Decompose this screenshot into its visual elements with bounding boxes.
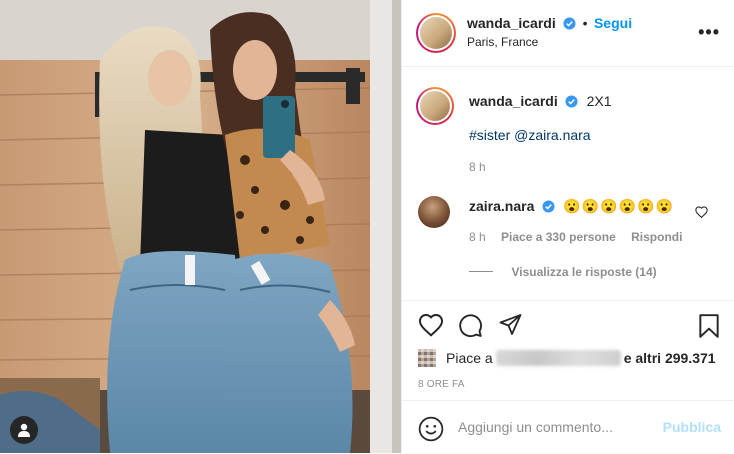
blurred-liker-username[interactable] (495, 350, 621, 366)
verified-badge-icon (542, 200, 555, 213)
replies-line (469, 271, 493, 273)
save-bookmark-icon[interactable] (698, 313, 720, 339)
likes-prefix: Piace a (446, 350, 493, 366)
post-actions: Piace a e altri 299.371 8 ORE FA (402, 300, 734, 401)
tagged-users-icon[interactable] (10, 416, 38, 444)
add-comment-bar: Aggiungi un commento... Pubblica (402, 400, 734, 454)
mirror-selfie-image (0, 0, 401, 453)
like-comment-heart-icon[interactable] (695, 206, 708, 218)
instagram-post: wanda_icardi • Segui Paris, France ••• w… (0, 0, 734, 453)
caption-text: 2X1 (586, 93, 612, 109)
caption-author-username[interactable]: wanda_icardi (469, 93, 558, 109)
comment-author-username[interactable]: zaira.nara (469, 198, 534, 214)
emoji-smiley-icon[interactable] (418, 416, 444, 442)
post-photo[interactable] (0, 0, 401, 453)
caption-tags[interactable]: #sister @zaira.nara (469, 127, 591, 143)
share-paper-plane-icon[interactable] (498, 313, 523, 337)
caption: wanda_icardi 2X1 (469, 93, 612, 111)
like-heart-icon[interactable] (418, 313, 444, 337)
follow-button[interactable]: Segui (594, 15, 632, 31)
post-location[interactable]: Paris, France (467, 35, 538, 49)
comment-bubble-icon[interactable] (458, 313, 483, 338)
caption-author-avatar[interactable] (416, 87, 454, 125)
likes-summary: Piace a e altri 299.371 (418, 349, 716, 367)
comment-input[interactable]: Aggiungi un commento... (458, 419, 613, 435)
author-avatar[interactable] (416, 13, 456, 53)
comment-time[interactable]: 8 h (469, 230, 486, 244)
likes-count[interactable]: e altri 299.371 (624, 350, 716, 366)
view-replies-label[interactable]: Visualizza le risposte (14) (511, 265, 656, 279)
separator-dot: • (582, 15, 588, 31)
comment-likes[interactable]: Piace a 330 persone (501, 230, 616, 244)
comment-text: 😮😮😮😮😮😮 (563, 198, 674, 214)
view-replies[interactable]: Visualizza le risposte (14) (469, 263, 657, 281)
comments-section: wanda_icardi 2X1 #sister @zaira.nara 8 h… (402, 67, 734, 299)
author-username[interactable]: wanda_icardi (467, 15, 556, 31)
comment-meta: 8 h Piace a 330 persone Rispondi (469, 230, 682, 244)
post-header: wanda_icardi • Segui Paris, France ••• (402, 0, 734, 67)
post-date[interactable]: 8 ORE FA (418, 379, 465, 390)
liker-avatar[interactable] (418, 349, 436, 367)
reply-button[interactable]: Rispondi (631, 230, 682, 244)
verified-badge-icon (563, 17, 576, 30)
more-options-icon[interactable]: ••• (698, 22, 720, 43)
comment: zaira.nara 😮😮😮😮😮😮 (469, 198, 674, 216)
commenter-avatar[interactable] (418, 196, 450, 228)
post-side-panel: wanda_icardi • Segui Paris, France ••• w… (401, 0, 734, 453)
verified-badge-icon (565, 95, 578, 108)
publish-button[interactable]: Pubblica (663, 419, 721, 435)
caption-time[interactable]: 8 h (469, 160, 486, 174)
